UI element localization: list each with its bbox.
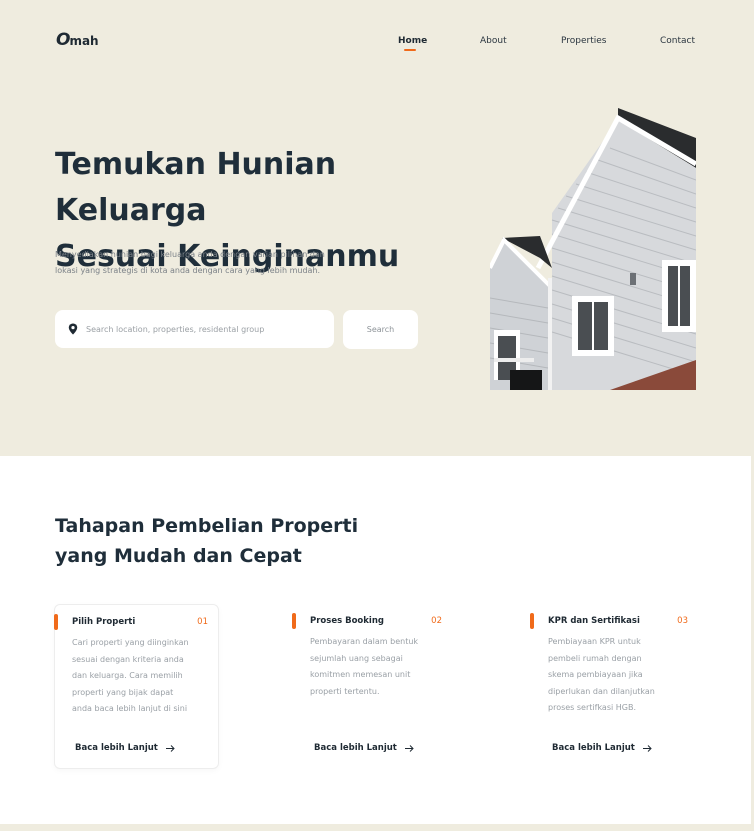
card-text-line: proses sertifkasi HGB. [548, 703, 637, 712]
arrow-right-icon [404, 744, 414, 752]
step-card-2[interactable]: Proses Booking 02 Pembayaran dalam bentu… [292, 604, 458, 769]
card-text-line: Pembayaran dalam bentuk [310, 637, 419, 646]
steps-title-line-1: Tahapan Pembelian Properti [55, 515, 359, 537]
card-text-line: properti yang bijak dapat [72, 687, 174, 697]
active-indicator [404, 49, 416, 51]
step-card-1[interactable]: Pilih Properti 01 Cari properti yang dii… [54, 604, 219, 769]
arrow-right-icon [165, 744, 175, 752]
card-text-line: Pembiayaan KPR untuk [548, 637, 641, 646]
nav-contact[interactable]: Contact [660, 36, 695, 46]
read-more-link[interactable]: Baca lebih Lanjut [314, 743, 414, 753]
hero-title-line-1: Temukan Hunian Keluarga [55, 147, 337, 228]
hero-section: O mah Home About Properties Contact Temu… [0, 0, 754, 456]
card-number: 01 [197, 617, 208, 627]
card-description: Pembiayaan KPR untuk pembeli rumah denga… [548, 634, 683, 717]
nav-properties[interactable]: Properties [561, 36, 606, 46]
hero-desc-line-2: lokasi yang strategis di kota anda denga… [55, 266, 321, 275]
steps-title-line-2: yang Mudah dan Cepat [55, 545, 302, 567]
card-text-line: dan keluarga. Cara memilih [72, 671, 183, 680]
read-more-label: Baca lebih Lanjut [75, 743, 158, 753]
card-accent-bar [530, 613, 534, 629]
nav-home[interactable]: Home [398, 36, 428, 51]
read-more-link[interactable]: Baca lebih Lanjut [552, 743, 652, 753]
read-more-link[interactable]: Baca lebih Lanjut [75, 743, 175, 753]
nav-home-label: Home [398, 36, 428, 46]
card-description: Cari properti yang diinginkan sesuai den… [72, 635, 207, 718]
read-more-label: Baca lebih Lanjut [552, 743, 635, 753]
card-accent-bar [54, 614, 58, 630]
card-text-line: Cari properti yang diinginkan [72, 638, 189, 647]
card-title: Proses Booking [310, 616, 384, 626]
card-text-line: diperlukan dan dilanjutkan [548, 686, 655, 696]
search-input[interactable] [86, 324, 326, 334]
arrow-right-icon [642, 744, 652, 752]
card-text-line: komitmen memesan unit [310, 670, 411, 679]
card-number: 03 [677, 616, 688, 626]
card-text-line: pembeli rumah dengan [548, 653, 642, 663]
map-pin-icon [67, 323, 79, 335]
main-nav: Home About Properties Contact [0, 36, 754, 56]
steps-title: Tahapan Pembelian Properti yang Mudah da… [55, 511, 375, 571]
steps-section: Tahapan Pembelian Properti yang Mudah da… [0, 456, 751, 824]
search-button[interactable]: Search [343, 310, 418, 349]
house-image [488, 108, 698, 390]
hero-desc-line-1: Menyediakan hunian bagi keluarga anda de… [55, 250, 325, 259]
card-accent-bar [292, 613, 296, 629]
card-title: KPR dan Sertifikasi [548, 616, 640, 626]
card-title: Pilih Properti [72, 617, 136, 627]
card-text-line: sejumlah uang sebagai [310, 653, 403, 663]
card-text-line: skema pembiayaan jika [548, 670, 643, 679]
step-card-3[interactable]: KPR dan Sertifikasi 03 Pembiayaan KPR un… [530, 604, 696, 769]
card-description: Pembayaran dalam bentuk sejumlah uang se… [310, 634, 445, 700]
card-text-line: sesuai dengan kriteria anda [72, 654, 184, 664]
search-box[interactable] [55, 310, 334, 348]
page-footer-edge [0, 824, 754, 831]
nav-about[interactable]: About [480, 36, 507, 46]
read-more-label: Baca lebih Lanjut [314, 743, 397, 753]
card-number: 02 [431, 616, 442, 626]
card-text-line: anda baca lebih lanjut di sini [72, 704, 188, 713]
card-text-line: properti tertentu. [310, 686, 380, 696]
hero-description: Menyediakan hunian bagi keluarga anda de… [55, 247, 365, 279]
